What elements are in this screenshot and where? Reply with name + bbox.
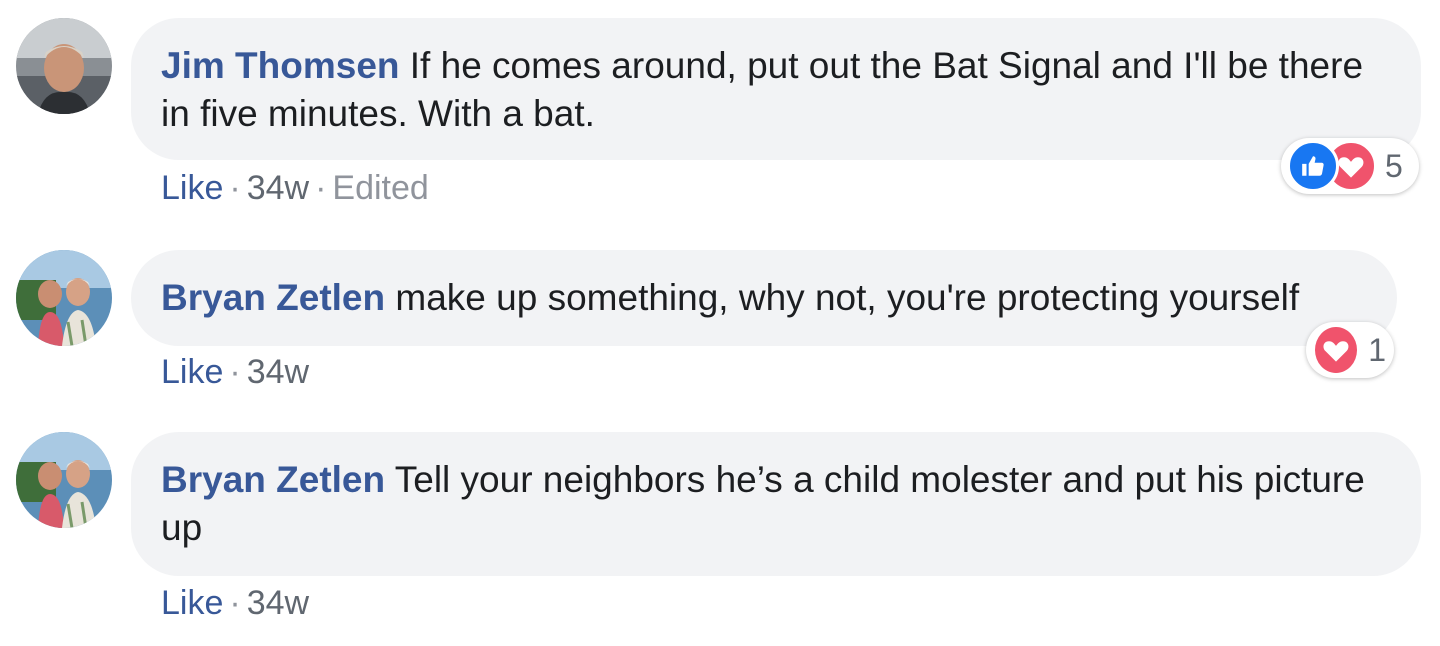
- comment-text: make up something, why not, you're prote…: [395, 277, 1300, 318]
- comment-author[interactable]: Bryan Zetlen: [161, 277, 385, 318]
- comment-bubble: Bryan Zetlen make up something, why not,…: [131, 250, 1397, 346]
- avatar-bryan-zetlen[interactable]: [16, 250, 112, 346]
- edited-label[interactable]: Edited: [332, 169, 428, 207]
- comment-actions: Like · 34w: [161, 353, 310, 391]
- avatar-jim-thomsen[interactable]: [16, 18, 112, 114]
- comment-actions: Like · 34w: [161, 584, 310, 622]
- comment-bubble: Jim Thomsen If he comes around, put out …: [131, 18, 1421, 160]
- comment-actions: Like · 34w · Edited: [161, 169, 429, 207]
- comment-author[interactable]: Bryan Zetlen: [161, 459, 385, 500]
- avatar-bryan-zetlen[interactable]: [16, 432, 112, 528]
- like-icon: [1287, 140, 1339, 192]
- reaction-count: 1: [1368, 331, 1386, 368]
- reaction-summary[interactable]: 5: [1281, 138, 1419, 194]
- like-button[interactable]: Like: [161, 584, 223, 622]
- comment-author[interactable]: Jim Thomsen: [161, 45, 400, 86]
- comment-timestamp[interactable]: 34w: [247, 584, 309, 622]
- reaction-summary[interactable]: 1: [1306, 322, 1394, 378]
- love-icon: [1312, 324, 1361, 376]
- comment-bubble: Bryan Zetlen Tell your neighbors he’s a …: [131, 432, 1421, 576]
- comment-timestamp[interactable]: 34w: [247, 353, 309, 391]
- like-button[interactable]: Like: [161, 353, 223, 391]
- like-button[interactable]: Like: [161, 169, 223, 207]
- reaction-count: 5: [1385, 147, 1403, 184]
- comment-timestamp[interactable]: 34w: [247, 169, 309, 207]
